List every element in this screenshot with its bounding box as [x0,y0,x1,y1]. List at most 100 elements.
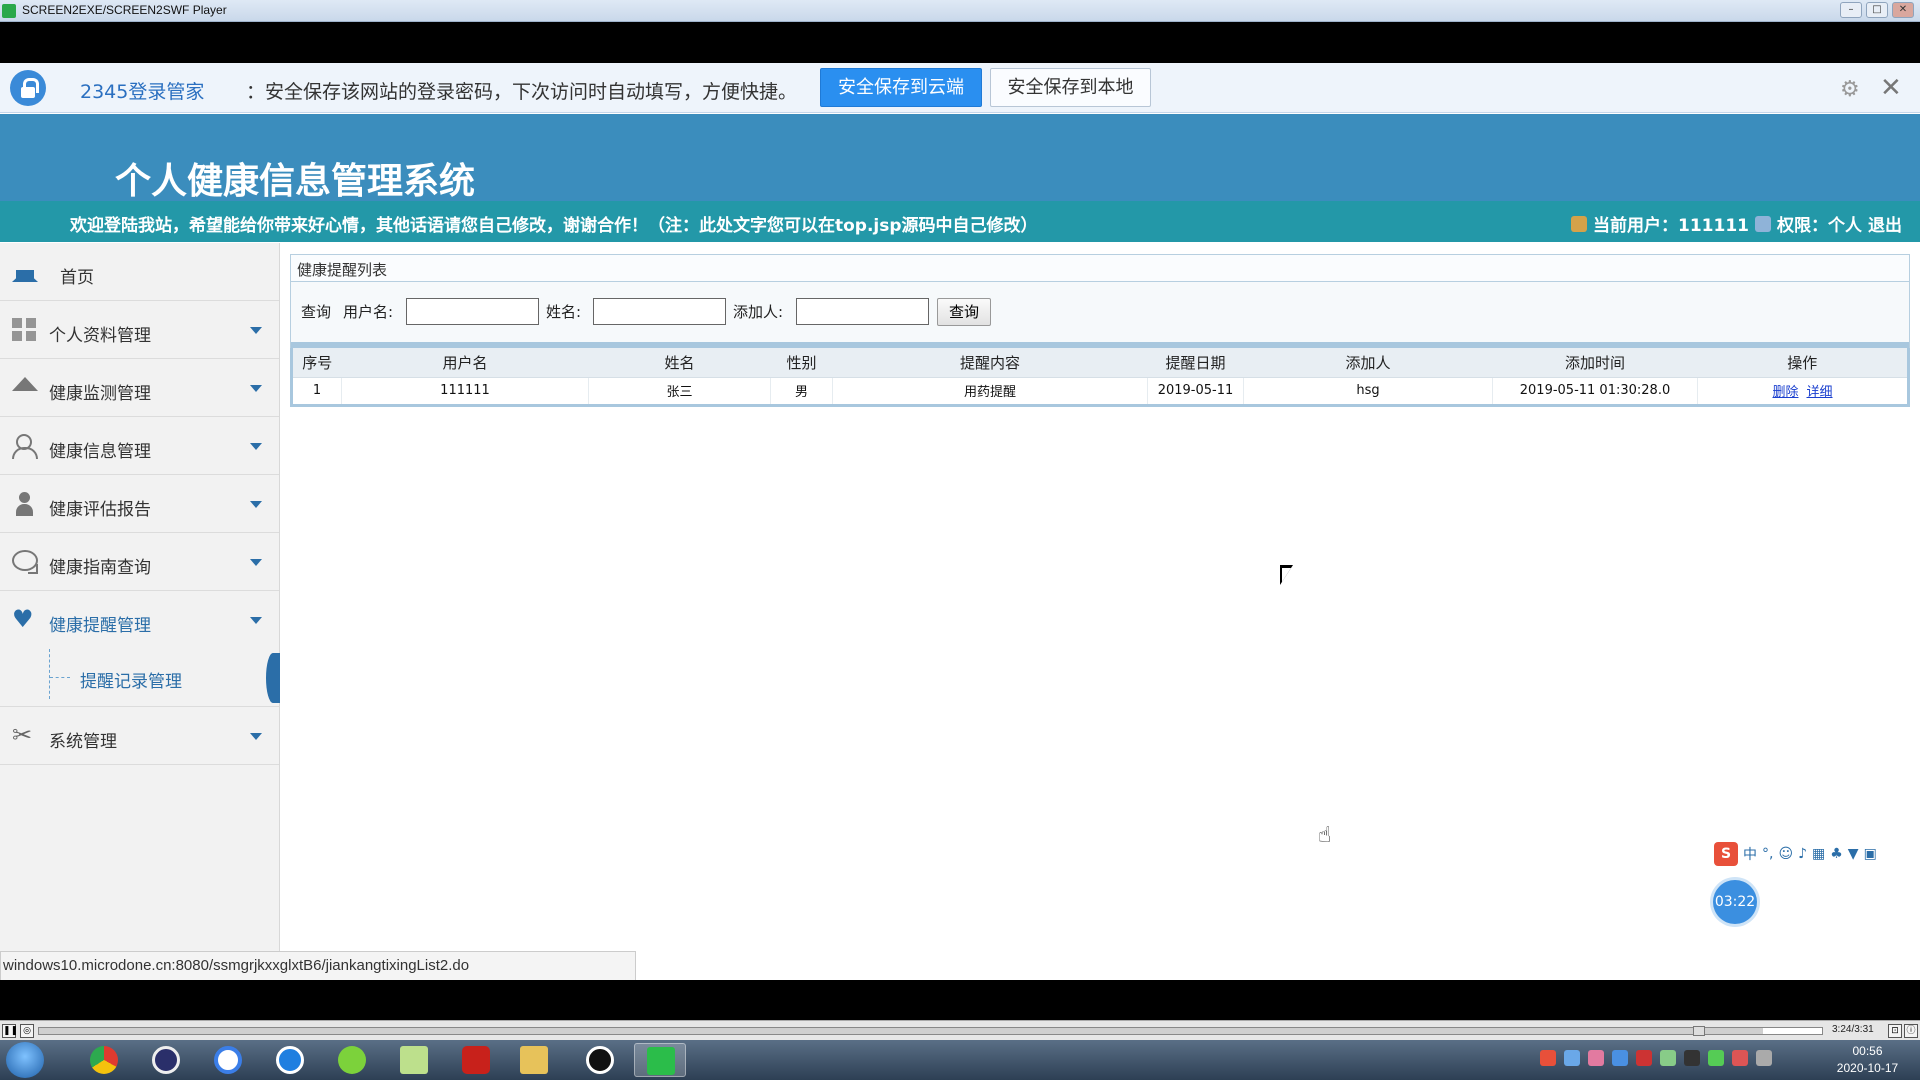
start-button[interactable] [6,1042,44,1078]
qq-taskbar-icon[interactable] [574,1043,626,1077]
folder-taskbar-icon[interactable] [508,1043,560,1077]
sidebar-item-health-info[interactable]: 健康信息管理 [0,417,279,475]
sidebar-item-assessment[interactable]: 健康评估报告 [0,475,279,533]
browser-taskbar-icon[interactable] [264,1043,316,1077]
sogou-logo-icon[interactable]: S [1714,842,1738,866]
ime-mode[interactable]: 中 [1743,844,1757,864]
users-icon [12,434,38,459]
logout-link[interactable]: 退出 [1868,211,1902,236]
player-title-bar: SCREEN2EXE/SCREEN2SWF Player – □ ✕ [0,0,1920,22]
sidebar-item-home[interactable]: 首页 [0,243,279,301]
tray-app-icon[interactable] [1564,1050,1580,1066]
gear-icon[interactable]: ⚙ [1840,77,1860,102]
tree-line [49,649,50,699]
tray-arrow-icon[interactable] [1636,1050,1652,1066]
sidebar-subitem-reminder-records[interactable]: 提醒记录管理 [0,649,280,707]
sidebar-item-system[interactable]: ✂ 系统管理 [0,707,279,765]
sidebar-item-monitoring[interactable]: 健康监测管理 [0,359,279,417]
chevron-down-icon [250,327,262,334]
app-taskbar-icon[interactable] [140,1043,192,1077]
player-app-icon [2,4,16,18]
baidu-netdisk-taskbar-icon[interactable] [202,1043,254,1077]
main-panel: 健康提醒列表 查询 用户名: 姓名: 添加人: 查询 序号 用户名 姓名 性别 … [290,254,1910,407]
keyboard-icon[interactable]: ▦ [1812,846,1825,862]
delete-link[interactable]: 删除 [1772,385,1798,400]
minimize-button[interactable]: – [1840,2,1862,18]
cell-added-time: 2019-05-11 01:30:28.0 [1492,377,1698,405]
sidebar-item-profile[interactable]: 个人资料管理 [0,301,279,359]
maximize-button[interactable]: □ [1866,2,1888,18]
player-controls: ❚❚ ◎ 3:24/3:31 ⊡ ⓘ [0,1020,1920,1040]
role-icon [1755,215,1771,232]
col-header: 性别 [770,348,833,378]
close-button[interactable]: ✕ [1892,2,1914,18]
fullscreen-button[interactable]: ⊡ [1888,1024,1902,1038]
seek-handle[interactable] [1693,1026,1706,1036]
chevron-down-icon [250,385,262,392]
tray-app-icon[interactable] [1588,1050,1604,1066]
stop-button[interactable]: ◎ [20,1024,34,1038]
detail-link[interactable]: 详细 [1807,385,1833,400]
col-header: 序号 [291,348,342,378]
welcome-text: 欢迎登陆我站，希望能给你带来好心情，其他话语请您自己修改，谢谢合作！（注：此处文… [70,216,1038,236]
col-header: 提醒内容 [832,348,1148,378]
app-green-taskbar-icon[interactable] [326,1043,378,1077]
sidebar: 首页 个人资料管理 健康监测管理 健康信息管理 健康评估报告 健康指南查询 ♥ … [0,243,280,980]
battery-icon[interactable] [1708,1050,1724,1066]
username-input[interactable] [406,298,539,325]
col-header: 姓名 [588,348,771,378]
roof-icon [12,377,38,391]
seek-bar[interactable] [38,1026,1823,1036]
site-header: 个人健康信息管理系统 [0,114,1920,202]
seek-fill [39,1028,1764,1034]
person-icon [12,492,38,516]
network-icon[interactable] [1660,1050,1676,1066]
lock-icon [10,70,46,106]
shield-icon[interactable] [1612,1050,1628,1066]
sidebar-item-label: 系统管理 [49,732,117,752]
grid-icon [12,318,38,342]
adder-input[interactable] [796,298,929,325]
punctuation-icon[interactable]: °, [1762,846,1773,862]
sogou-tray-icon[interactable] [1540,1050,1556,1066]
playback-time: 3:24/3:31 [1832,1024,1874,1035]
sidebar-item-reminder[interactable]: ♥ 健康提醒管理 [0,591,279,649]
heart-icon: ♥ [12,605,34,633]
chevron-down-icon [250,501,262,508]
flash-taskbar-icon[interactable] [450,1043,502,1077]
taskbar: 00:56 2020-10-17 [0,1040,1920,1080]
col-header: 用户名 [341,348,589,378]
pause-button[interactable]: ❚❚ [2,1024,18,1038]
cell-index: 1 [291,377,342,405]
save-to-local-button[interactable]: 安全保存到本地 [990,68,1151,107]
screen2exe-taskbar-icon[interactable] [634,1043,686,1077]
qq-tray-icon[interactable] [1684,1050,1700,1066]
query-button[interactable]: 查询 [937,298,991,326]
clock[interactable]: 00:56 2020-10-17 [1820,1043,1915,1077]
shirt-icon[interactable]: ▼ [1848,846,1859,862]
notepad-taskbar-icon[interactable] [388,1043,440,1077]
name-label: 姓名: [546,303,582,321]
sidebar-item-label: 个人资料管理 [49,326,151,346]
display-icon[interactable] [1756,1050,1772,1066]
chrome-taskbar-icon[interactable] [78,1043,130,1077]
emoji-icon[interactable]: ☺ [1778,846,1793,862]
skin-icon[interactable]: ♣ [1830,846,1843,862]
col-header: 添加人 [1243,348,1493,378]
sidebar-item-guide[interactable]: 健康指南查询 [0,533,279,591]
info-button[interactable]: ⓘ [1904,1024,1918,1038]
microphone-icon[interactable]: ♪ [1798,846,1807,862]
sidebar-item-label: 健康指南查询 [49,558,151,578]
cell-adder: hsg [1243,377,1493,405]
volume-icon[interactable] [1732,1050,1748,1066]
name-input[interactable] [593,298,726,325]
password-manager-brand[interactable]: 2345登录管家 [80,77,204,104]
recording-timer[interactable]: 03:22 [1713,880,1757,924]
col-header: 提醒日期 [1147,348,1244,378]
menu-grid-icon[interactable]: ▣ [1864,846,1877,862]
password-manager-message: ：安全保存该网站的登录密码，下次访问时自动填写，方便快捷。 [246,81,798,103]
col-header: 操作 [1697,348,1909,378]
save-to-cloud-button[interactable]: 安全保存到云端 [820,68,982,107]
clock-time: 00:56 [1852,1044,1883,1058]
close-icon[interactable]: ✕ [1880,73,1902,103]
